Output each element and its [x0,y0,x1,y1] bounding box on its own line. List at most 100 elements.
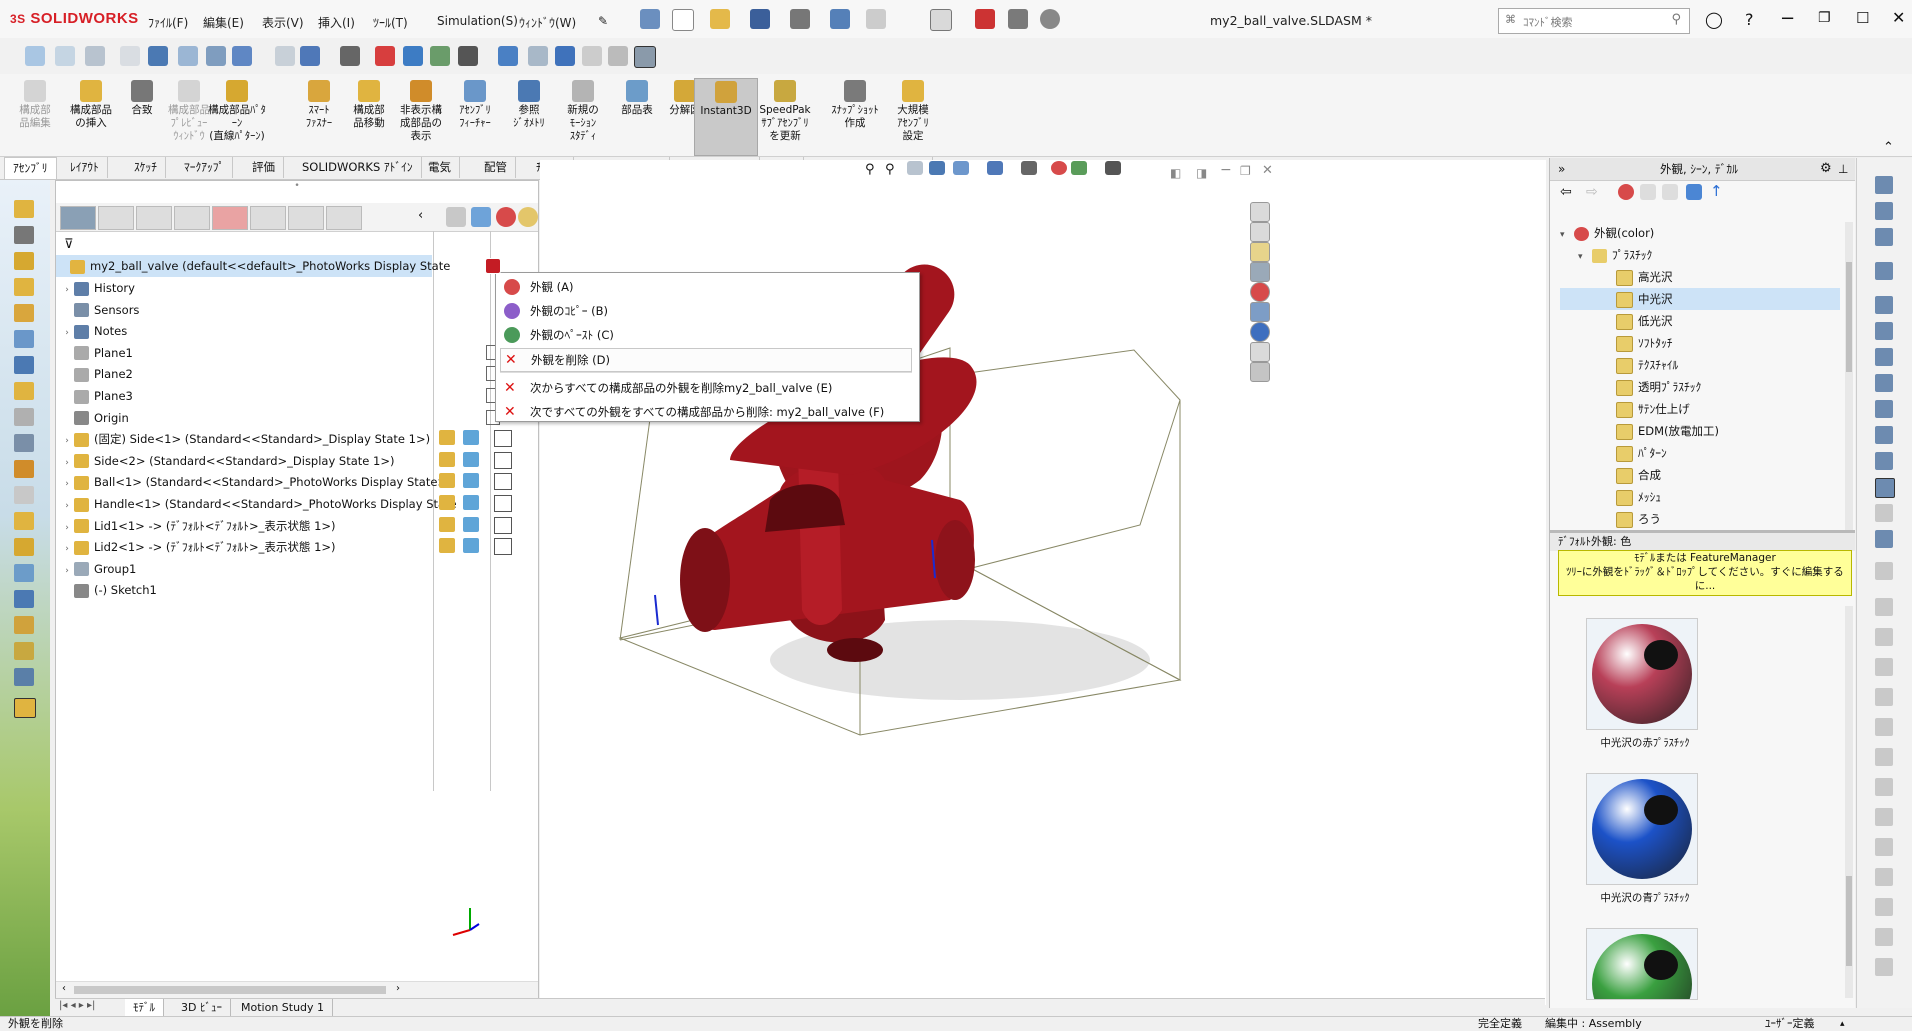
featuremanager-tab[interactable] [60,206,96,230]
search-icon[interactable]: ⚲ [1671,12,1681,27]
sketch-tool-icon[interactable] [1875,228,1893,246]
tree-plastic-folder[interactable]: ▾ ﾌﾟﾗｽﾁｯｸ [1560,244,1840,266]
refresh-icon[interactable] [1686,184,1702,200]
context-menu-item[interactable]: ✕ 外観を削除 (D) [500,348,912,372]
tree-item[interactable]: › Side<2> (Standard<<Standard>_Display St… [56,450,436,472]
right-view-icon[interactable] [608,46,628,66]
ribbon-button[interactable]: Instant3D [694,78,758,156]
appearance-category-item[interactable]: EDM(放電加工) [1560,420,1840,442]
assembly-tool-icon[interactable] [14,408,34,426]
minimize-icon[interactable]: − [1780,8,1795,29]
tree-item[interactable]: › Handle<1> (Standard<<Standard>_PhotoWor… [56,493,457,515]
display-state-icon[interactable] [463,538,479,554]
save-icon[interactable] [750,9,770,29]
menu-item[interactable]: 編集(E) [203,14,244,31]
cam-tools-tab[interactable] [326,206,362,230]
previous-view-icon[interactable] [275,46,295,66]
display-state-icon[interactable] [463,473,479,489]
appearance-thumbnail[interactable] [1586,618,1698,730]
thumbnail-scrollbar[interactable] [1845,606,1853,998]
units-dropdown-icon[interactable]: ▴ [1840,1017,1845,1031]
scrollbar-thumb[interactable] [1846,262,1852,372]
component-state-icon[interactable] [439,538,455,554]
ribbon-button[interactable]: ｱｾﾝﾌﾞﾘ ﾌｨｰﾁｬｰ [446,78,504,154]
appearance-category-item[interactable]: 中光沢 [1560,288,1840,310]
tab-7[interactable]: 配管 [476,157,516,178]
property-manager-tab[interactable] [98,206,134,230]
tree-item[interactable]: Plane2 [56,363,436,385]
solidworks-forum-tab[interactable] [1250,322,1270,342]
appearance-category-item[interactable]: ﾊﾟﾀｰﾝ [1560,442,1840,464]
tab-6[interactable]: 電気 [420,157,460,178]
tree-item[interactable]: › (固定) Side<1> (Standard<<Standard>_Displ… [56,428,436,450]
select-arrow-icon[interactable] [930,9,952,31]
ribbon-button[interactable]: ｽﾅｯﾌﾟｼｮｯﾄ 作成 [826,78,884,154]
component-state-icon[interactable] [439,495,455,510]
new-document-icon[interactable] [672,9,694,31]
help-icon[interactable]: ? [1745,10,1754,29]
assembly-tool-icon[interactable] [14,512,34,530]
collapse-panel-icon[interactable]: ‹ [418,208,423,223]
sketch-tool-icon[interactable] [1875,374,1893,392]
display-state-icon[interactable] [463,495,479,510]
menu-item[interactable]: 挿入(I) [318,14,355,31]
front-view-icon[interactable] [528,46,548,66]
design-library-tab[interactable] [1250,222,1270,242]
sketch-tool-icon[interactable] [1875,452,1893,470]
open-folder-icon[interactable] [710,9,730,29]
sketch-tool-icon[interactable] [1875,296,1893,314]
ribbon-button[interactable]: 大規模 ｱｾﾝﾌﾞﾘ 設定 [884,78,942,154]
tab-0[interactable]: ｱｾﾝﾌﾞﾘ [4,157,57,179]
assembly-tool-icon[interactable] [14,330,34,348]
restore-icon[interactable]: ❐ [1818,10,1831,26]
component-state-icon[interactable] [439,473,455,489]
top-view-icon[interactable] [582,46,602,66]
tab-1[interactable]: ﾚｲｱｳﾄ [62,157,108,178]
scrollbar-thumb[interactable] [1846,876,1852,966]
command-search-input[interactable]: ⌘ ｺﾏﾝﾄﾞ検索 ⚲ [1498,8,1690,34]
scene-icon[interactable] [430,46,450,66]
assembly-tool-icon[interactable] [14,200,34,218]
scroll-right-icon[interactable]: › [396,983,400,994]
assembly-tool-icon[interactable] [14,668,34,686]
model-tab[interactable]: Motion Study 1 [233,999,334,1016]
panel-grip[interactable]: • [56,181,538,201]
pin-icon[interactable]: ⊥ [1838,158,1848,180]
sketch-tool-icon[interactable] [1875,348,1893,366]
appearance-category-item[interactable]: ろう [1560,508,1840,530]
view-orientation-icon[interactable] [148,46,168,66]
display-state-icon[interactable] [471,207,491,227]
tree-item[interactable]: Plane1 [56,342,436,364]
user-icon[interactable]: ◯ [1705,10,1723,29]
zoom-to-fit-icon[interactable] [25,46,45,66]
appearance-library-icon[interactable] [1618,184,1634,200]
print-icon[interactable] [790,9,810,29]
sketch-tool-icon[interactable] [1875,176,1893,194]
tab-4[interactable]: 評価 [244,157,284,178]
appearance-tree-scrollbar[interactable] [1845,222,1853,540]
assembly-tool-icon[interactable] [14,642,34,660]
file-properties-icon[interactable] [1008,9,1028,29]
toolbox-tab[interactable] [1250,342,1270,362]
ribbon-button[interactable]: 新規の ﾓｰｼｮﾝ ｽﾀﾃﾞｨ [554,78,612,154]
display-manager-tab[interactable] [212,206,248,230]
monitor-icon[interactable] [458,46,478,66]
menu-item[interactable]: ﾌｧｲﾙ(F) [148,14,188,31]
tree-item[interactable]: Plane3 [56,385,436,407]
solidworks-logo[interactable]: 3S SOLIDWORKS [10,10,139,27]
sketch-tool-icon[interactable] [1875,322,1893,340]
dimxpert-tab[interactable] [174,206,210,230]
menu-item[interactable]: Simulation(S) [437,14,518,28]
tree-appearance-root[interactable]: ▾ 外観(color) [1560,222,1840,244]
tab-5[interactable]: SOLIDWORKS ｱﾄﾞｲﾝ [294,157,422,178]
options-gear-icon[interactable] [1040,9,1060,29]
pin-menu-icon[interactable]: ✎ [598,14,608,28]
back-arrow-icon[interactable]: ⇦ [1560,184,1572,200]
menu-item[interactable]: ｳｨﾝﾄﾞｳ(W) [519,14,576,31]
maximize-icon[interactable]: ☐ [1856,9,1869,27]
appearance-column-icon[interactable] [496,207,516,227]
display-state-icon[interactable] [463,451,479,467]
appearance-category-item[interactable]: ﾒｯｼｭ [1560,486,1840,508]
edit-appearance-icon[interactable] [375,46,395,66]
context-menu-item[interactable]: 外観 (A) [500,276,910,298]
